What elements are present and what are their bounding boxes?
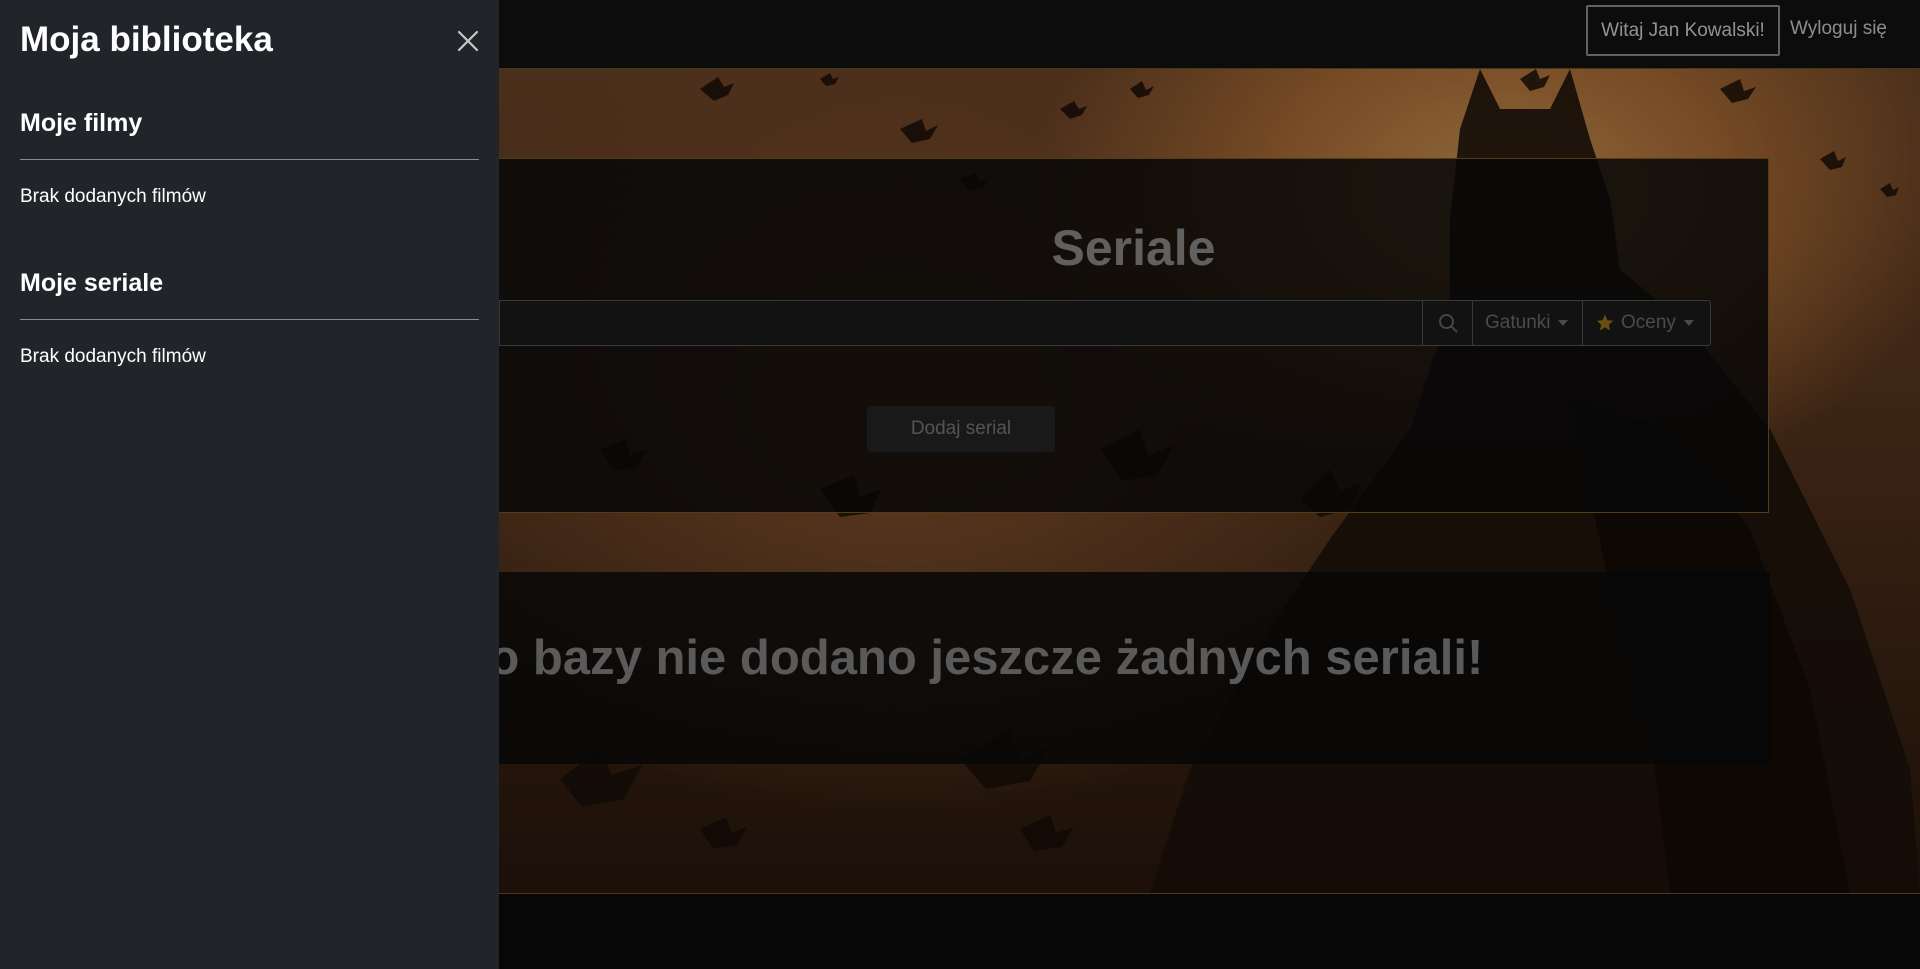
- section-title-series: Moje seriale: [20, 269, 164, 297]
- divider: [20, 319, 479, 320]
- sidebar-title: Moja biblioteka: [20, 20, 273, 59]
- page: Witaj Jan Kowalski! Wyloguj się Seriale …: [0, 0, 1920, 969]
- movies-empty-message: Brak dodanych filmów: [20, 186, 206, 207]
- library-sidebar: Moja biblioteka Moje filmy Brak dodanych…: [0, 0, 499, 969]
- section-title-movies: Moje filmy: [20, 109, 143, 137]
- divider: [20, 159, 479, 160]
- section-my-series: Moje seriale Brak dodanych filmów: [20, 268, 479, 368]
- section-my-movies: Moje filmy Brak dodanych filmów: [20, 108, 479, 208]
- close-icon[interactable]: [456, 29, 480, 53]
- series-empty-message: Brak dodanych filmów: [20, 346, 206, 367]
